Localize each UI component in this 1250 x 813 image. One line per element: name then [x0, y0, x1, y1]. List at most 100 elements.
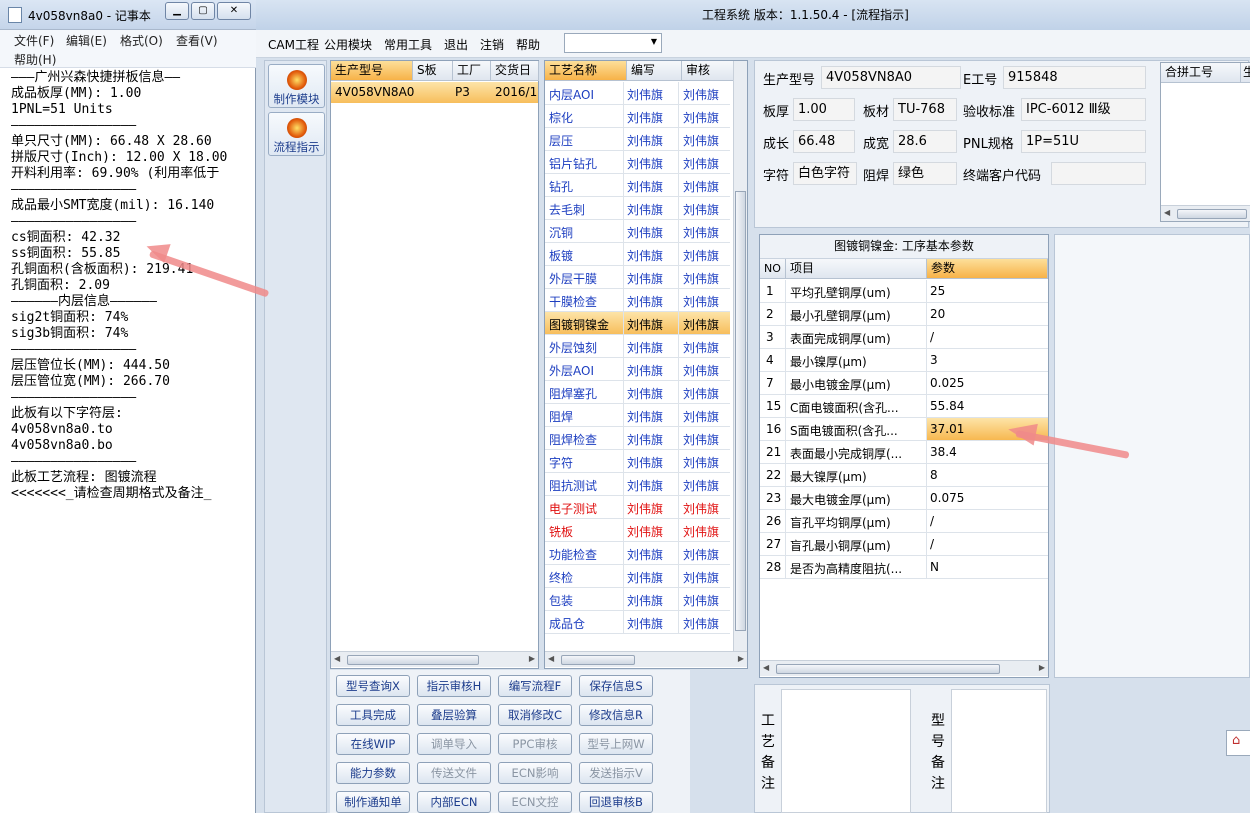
field-wid[interactable]: 28.6: [893, 130, 957, 153]
model-grid-hscrollbar[interactable]: ◀ ▶: [331, 651, 538, 667]
action-button[interactable]: ECN文控: [498, 791, 572, 813]
param-row[interactable]: 28 是否为高精度阻抗(... N: [760, 556, 1048, 579]
param-row[interactable]: 27 盲孔最小铜厚(μm) /: [760, 533, 1048, 556]
process-row[interactable]: 功能检查 刘伟旗 刘伟旗: [545, 542, 730, 565]
process-row[interactable]: 成品仓 刘伟旗 刘伟旗: [545, 611, 730, 634]
action-button[interactable]: 保存信息S: [579, 675, 653, 697]
menu-edit[interactable]: 编辑(E): [66, 32, 107, 49]
process-remark-box[interactable]: [781, 689, 911, 813]
params-hscrollbar[interactable]: ◀ ▶: [760, 660, 1048, 676]
process-grid-vscrollbar[interactable]: [733, 61, 747, 651]
col-factory[interactable]: 工厂: [453, 61, 491, 81]
action-button[interactable]: 能力参数: [336, 762, 410, 784]
menu-tools[interactable]: 常用工具: [384, 36, 432, 53]
field-len[interactable]: 66.48: [793, 130, 855, 153]
process-row[interactable]: 层压 刘伟旗 刘伟旗: [545, 128, 730, 151]
param-row[interactable]: 22 最大镍厚(μm) 8: [760, 464, 1048, 487]
col-process[interactable]: 工艺名称: [545, 61, 627, 81]
action-button[interactable]: 传送文件: [417, 762, 491, 784]
action-button[interactable]: PPC审核: [498, 733, 572, 755]
param-row[interactable]: 7 最小电镀金厚(μm) 0.025: [760, 372, 1048, 395]
action-button[interactable]: 发送指示V: [579, 762, 653, 784]
param-row[interactable]: 23 最大电镀金厚(μm) 0.075: [760, 487, 1048, 510]
toolbar-combobox[interactable]: ▼: [564, 33, 662, 53]
menu-file[interactable]: 文件(F): [14, 32, 54, 49]
nav-process-guide[interactable]: 流程指示: [268, 112, 325, 156]
param-row[interactable]: 1 平均孔壁铜厚(um) 25: [760, 280, 1048, 303]
action-button[interactable]: 取消修改C: [498, 704, 572, 726]
process-row[interactable]: 外层干膜 刘伟旗 刘伟旗: [545, 266, 730, 289]
menu-view[interactable]: 查看(V): [176, 32, 218, 49]
action-button[interactable]: 修改信息R: [579, 704, 653, 726]
process-row[interactable]: 棕化 刘伟旗 刘伟旗: [545, 105, 730, 128]
notepad-text-area[interactable]: ———广州兴森快捷拼板信息—— 成品板厚(MM): 1.00 1PNL=51 Uni…: [2, 68, 252, 813]
param-row[interactable]: 15 C面电镀面积(含孔... 55.84: [760, 395, 1048, 418]
process-row[interactable]: 内层AOI 刘伟旗 刘伟旗: [545, 82, 730, 105]
menu-cam[interactable]: CAM工程: [268, 36, 319, 53]
field-e[interactable]: 915848: [1003, 66, 1146, 89]
field-cust[interactable]: [1051, 162, 1146, 185]
field-std[interactable]: IPC-6012 Ⅲ级: [1021, 98, 1146, 121]
action-button[interactable]: 编写流程F: [498, 675, 572, 697]
param-row[interactable]: 16 S面电镀面积(含孔... 37.01: [760, 418, 1048, 441]
action-button[interactable]: 制作通知单: [336, 791, 410, 813]
action-button[interactable]: ECN影响: [498, 762, 572, 784]
menu-format[interactable]: 格式(O): [120, 32, 163, 49]
field-mat[interactable]: TU-768: [893, 98, 957, 121]
param-row[interactable]: 21 表面最小完成铜厚(... 38.4: [760, 441, 1048, 464]
col-no[interactable]: NO: [760, 259, 786, 279]
process-row[interactable]: 板镀 刘伟旗 刘伟旗: [545, 243, 730, 266]
field-pnl[interactable]: 1P=51U: [1021, 130, 1146, 153]
col-combined-2[interactable]: 生: [1241, 63, 1250, 83]
col-reviewer[interactable]: 审核: [682, 61, 734, 81]
process-row[interactable]: 铝片钻孔 刘伟旗 刘伟旗: [545, 151, 730, 174]
col-author[interactable]: 编写: [627, 61, 682, 81]
process-row[interactable]: 外层AOI 刘伟旗 刘伟旗: [545, 358, 730, 381]
process-row[interactable]: 阻焊 刘伟旗 刘伟旗: [545, 404, 730, 427]
field-model[interactable]: 4V058VN8A0: [821, 66, 961, 89]
process-row[interactable]: 外层蚀刻 刘伟旗 刘伟旗: [545, 335, 730, 358]
col-item[interactable]: 项目: [786, 259, 927, 279]
action-button[interactable]: 调单导入: [417, 733, 491, 755]
table-row[interactable]: 4V058VN8A0 P3 2016/1: [331, 82, 538, 103]
process-row[interactable]: 电子测试 刘伟旗 刘伟旗: [545, 496, 730, 519]
process-row[interactable]: 铣板 刘伟旗 刘伟旗: [545, 519, 730, 542]
param-row[interactable]: 3 表面完成铜厚(um) /: [760, 326, 1048, 349]
action-button[interactable]: 叠层验算: [417, 704, 491, 726]
param-row[interactable]: 4 最小镍厚(μm) 3: [760, 349, 1048, 372]
combined-hscrollbar[interactable]: ◀: [1161, 205, 1250, 221]
menu-help-main[interactable]: 帮助: [516, 36, 540, 53]
nav-make-module[interactable]: 制作模块: [268, 64, 325, 108]
action-button[interactable]: 指示审核H: [417, 675, 491, 697]
process-row[interactable]: 阻焊塞孔 刘伟旗 刘伟旗: [545, 381, 730, 404]
process-row[interactable]: 去毛刺 刘伟旗 刘伟旗: [545, 197, 730, 220]
col-param[interactable]: 参数: [927, 259, 1048, 279]
col-model[interactable]: 生产型号: [331, 61, 413, 81]
process-row[interactable]: 沉铜 刘伟旗 刘伟旗: [545, 220, 730, 243]
menu-help[interactable]: 帮助(H): [14, 51, 56, 68]
action-button[interactable]: 型号上网W: [579, 733, 653, 755]
process-row[interactable]: 钻孔 刘伟旗 刘伟旗: [545, 174, 730, 197]
action-button[interactable]: 内部ECN: [417, 791, 491, 813]
process-row[interactable]: 终检 刘伟旗 刘伟旗: [545, 565, 730, 588]
param-row[interactable]: 26 盲孔平均铜厚(μm) /: [760, 510, 1048, 533]
close-button[interactable]: ✕: [217, 2, 251, 20]
action-button[interactable]: 在线WIP: [336, 733, 410, 755]
process-grid-hscrollbar[interactable]: ◀ ▶: [545, 651, 747, 667]
param-row[interactable]: 2 最小孔壁铜厚(μm) 20: [760, 303, 1048, 326]
action-button[interactable]: 工具完成: [336, 704, 410, 726]
home-icon[interactable]: ⌂: [1226, 730, 1250, 756]
minimize-button[interactable]: ▁: [165, 2, 189, 20]
main-titlebar[interactable]: 工程系统 版本：1.1.50.4 - [流程指示]: [256, 0, 1250, 30]
action-button[interactable]: 型号查询X: [336, 675, 410, 697]
process-row[interactable]: 阻抗测试 刘伟旗 刘伟旗: [545, 473, 730, 496]
col-s[interactable]: S板: [413, 61, 453, 81]
process-row[interactable]: 字符 刘伟旗 刘伟旗: [545, 450, 730, 473]
menu-common-module[interactable]: 公用模块: [324, 36, 372, 53]
menu-exit[interactable]: 退出: [444, 36, 468, 53]
field-thick[interactable]: 1.00: [793, 98, 855, 121]
process-row[interactable]: 阻焊检查 刘伟旗 刘伟旗: [545, 427, 730, 450]
maximize-button[interactable]: ▢: [191, 2, 215, 20]
notepad-titlebar[interactable]: 4v058vn8a0 - 记事本 ▁ ▢ ✕: [0, 0, 256, 30]
model-remark-box[interactable]: [951, 689, 1047, 813]
